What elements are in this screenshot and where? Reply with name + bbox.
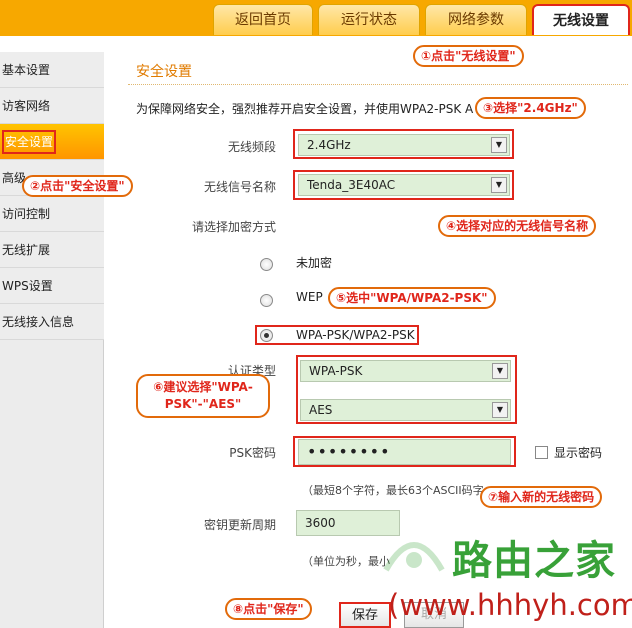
sidebar-item-basic[interactable]: 基本设置 [0, 52, 104, 88]
watermark-brand: 路由之家 [452, 538, 616, 584]
callout-step-6: ⑥建议选择"WPA- PSK"-"AES" [136, 374, 270, 418]
rekey-label: 密钥更新周期 [203, 518, 276, 532]
cipher-select[interactable]: AES ▼ [300, 399, 511, 421]
tab-status[interactable]: 运行状态 [318, 4, 420, 35]
sidebar-item-guest[interactable]: 访客网络 [0, 88, 104, 124]
tab-home[interactable]: 返回首页 [213, 4, 313, 35]
tab-network[interactable]: 网络参数 [425, 4, 527, 35]
radio-wpa[interactable] [260, 329, 273, 342]
callout-step-6-line2: PSK"-"AES" [164, 397, 242, 411]
sidebar-item-security-label: 安全设置 [2, 130, 57, 154]
page-title: 安全设置 [136, 64, 192, 80]
watermark-url: (www.hhhyh.com) [388, 588, 632, 622]
callout-step-7: ⑦输入新的无线密码 [480, 486, 603, 508]
band-select-value: 2.4GHz [307, 138, 351, 152]
radio-wep[interactable] [260, 294, 273, 307]
callout-step-1: ①点击"无线设置" [413, 45, 524, 67]
callout-step-4: ④选择对应的无线信号名称 [438, 215, 597, 237]
chevron-down-icon: ▼ [491, 137, 507, 153]
callout-step-3: ③选择"2.4GHz" [475, 97, 586, 119]
callout-step-2: ②点击"安全设置" [22, 175, 133, 197]
chevron-down-icon: ▼ [492, 363, 508, 379]
sidebar-item-access-control[interactable]: 访问控制 [0, 196, 104, 232]
ssid-select-value: Tenda_3E40AC [307, 178, 396, 192]
save-button[interactable]: 保存 [339, 602, 391, 628]
title-divider [128, 84, 628, 85]
sidebar-item-clients[interactable]: 无线接入信息 [0, 304, 104, 340]
sidebar-item-extender[interactable]: 无线扩展 [0, 232, 104, 268]
show-password-checkbox[interactable] [535, 446, 548, 459]
psk-label: PSK密码 [229, 446, 276, 460]
chevron-down-icon: ▼ [492, 402, 508, 418]
psk-input[interactable]: •••••••• [298, 439, 511, 465]
radio-none[interactable] [260, 258, 273, 271]
auth-select[interactable]: WPA-PSK ▼ [300, 360, 511, 382]
band-label: 无线频段 [227, 140, 276, 154]
show-password-label: 显示密码 [554, 446, 603, 460]
encrypt-label: 请选择加密方式 [191, 220, 276, 234]
radio-none-label: 未加密 [296, 256, 333, 270]
callout-step-5: ⑤选中"WPA/WPA2-PSK" [328, 287, 496, 309]
auth-select-value: WPA-PSK [309, 364, 363, 378]
callout-step-6-line1: ⑥建议选择"WPA- [153, 380, 253, 394]
radio-wep-label: WEP [296, 290, 323, 304]
chevron-down-icon: ▼ [491, 177, 507, 193]
security-description: 为保障网络安全，强烈推荐开启安全设置，并使用WPA2-PSK A [136, 102, 474, 116]
watermark-logo-icon [383, 542, 445, 572]
sidebar-item-wps[interactable]: WPS设置 [0, 268, 104, 304]
radio-wpa-label: WPA-PSK/WPA2-PSK [296, 328, 415, 342]
ssid-select[interactable]: Tenda_3E40AC ▼ [298, 174, 510, 196]
tab-wireless[interactable]: 无线设置 [532, 4, 630, 35]
cipher-select-value: AES [309, 403, 333, 417]
band-select[interactable]: 2.4GHz ▼ [298, 134, 510, 156]
sidebar-item-security[interactable]: 安全设置 [0, 124, 104, 160]
psk-hint: （最短8个字符，最长63个ASCII码字 [302, 484, 484, 497]
sidebar: 基本设置 访客网络 安全设置 高级 访问控制 无线扩展 WPS设置 无线接入信息 [0, 52, 104, 628]
ssid-label: 无线信号名称 [203, 180, 276, 194]
callout-step-8: ⑧点击"保存" [225, 598, 312, 620]
